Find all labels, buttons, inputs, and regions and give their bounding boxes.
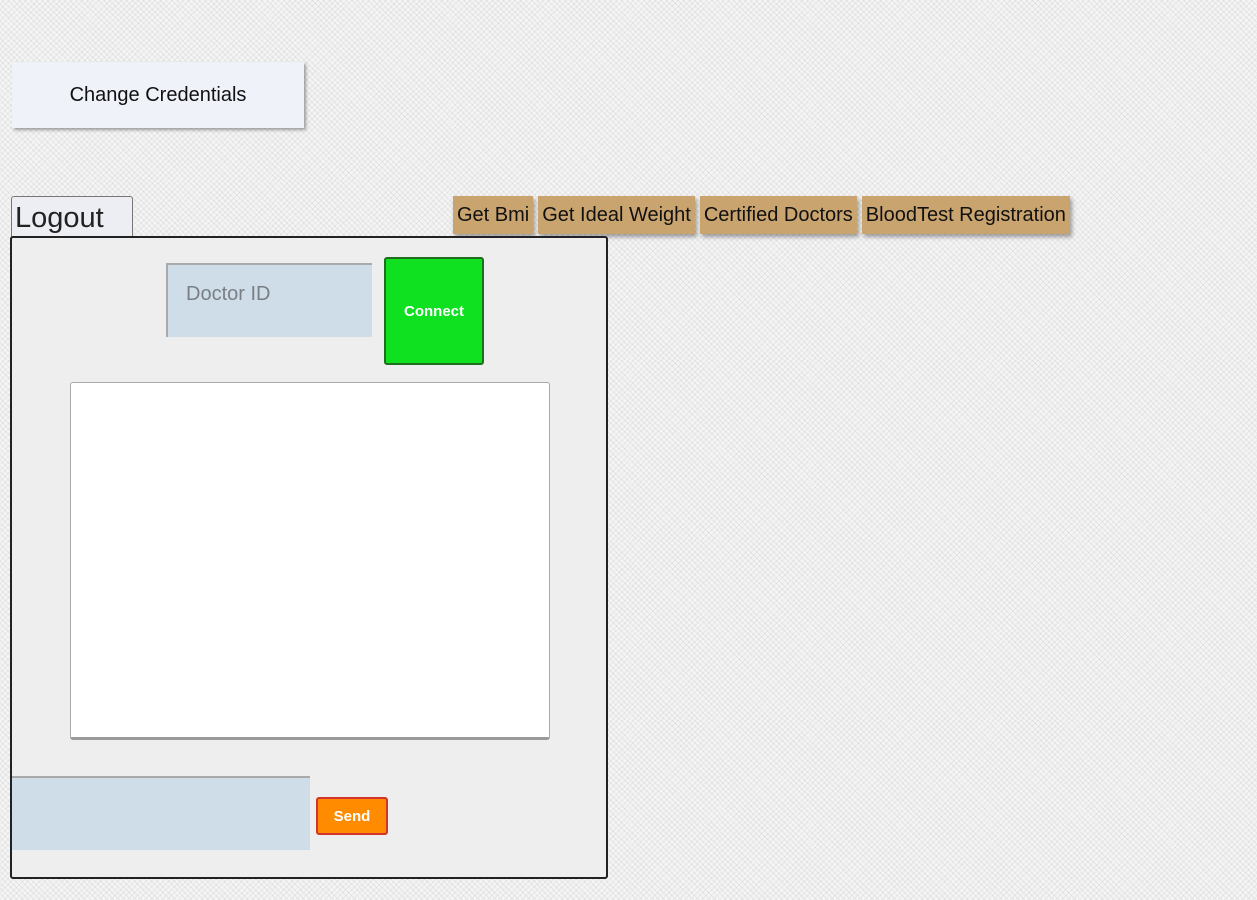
chat-messages-area[interactable] — [70, 382, 550, 740]
get-ideal-weight-button[interactable]: Get Ideal Weight — [538, 196, 695, 234]
top-nav: Get Bmi Get Ideal Weight Certified Docto… — [453, 196, 1070, 234]
get-bmi-button[interactable]: Get Bmi — [453, 196, 534, 234]
certified-doctors-button[interactable]: Certified Doctors — [699, 196, 857, 234]
connect-button[interactable]: Connect — [384, 257, 484, 365]
change-credentials-button[interactable]: Change Credentials — [12, 62, 304, 128]
chat-panel: Connect Send — [10, 236, 608, 879]
send-button[interactable]: Send — [316, 797, 388, 835]
bloodtest-registration-button[interactable]: BloodTest Registration — [861, 196, 1070, 234]
doctor-id-input[interactable] — [166, 263, 372, 337]
logout-button[interactable]: Logout — [11, 196, 133, 240]
message-input[interactable] — [12, 776, 310, 850]
